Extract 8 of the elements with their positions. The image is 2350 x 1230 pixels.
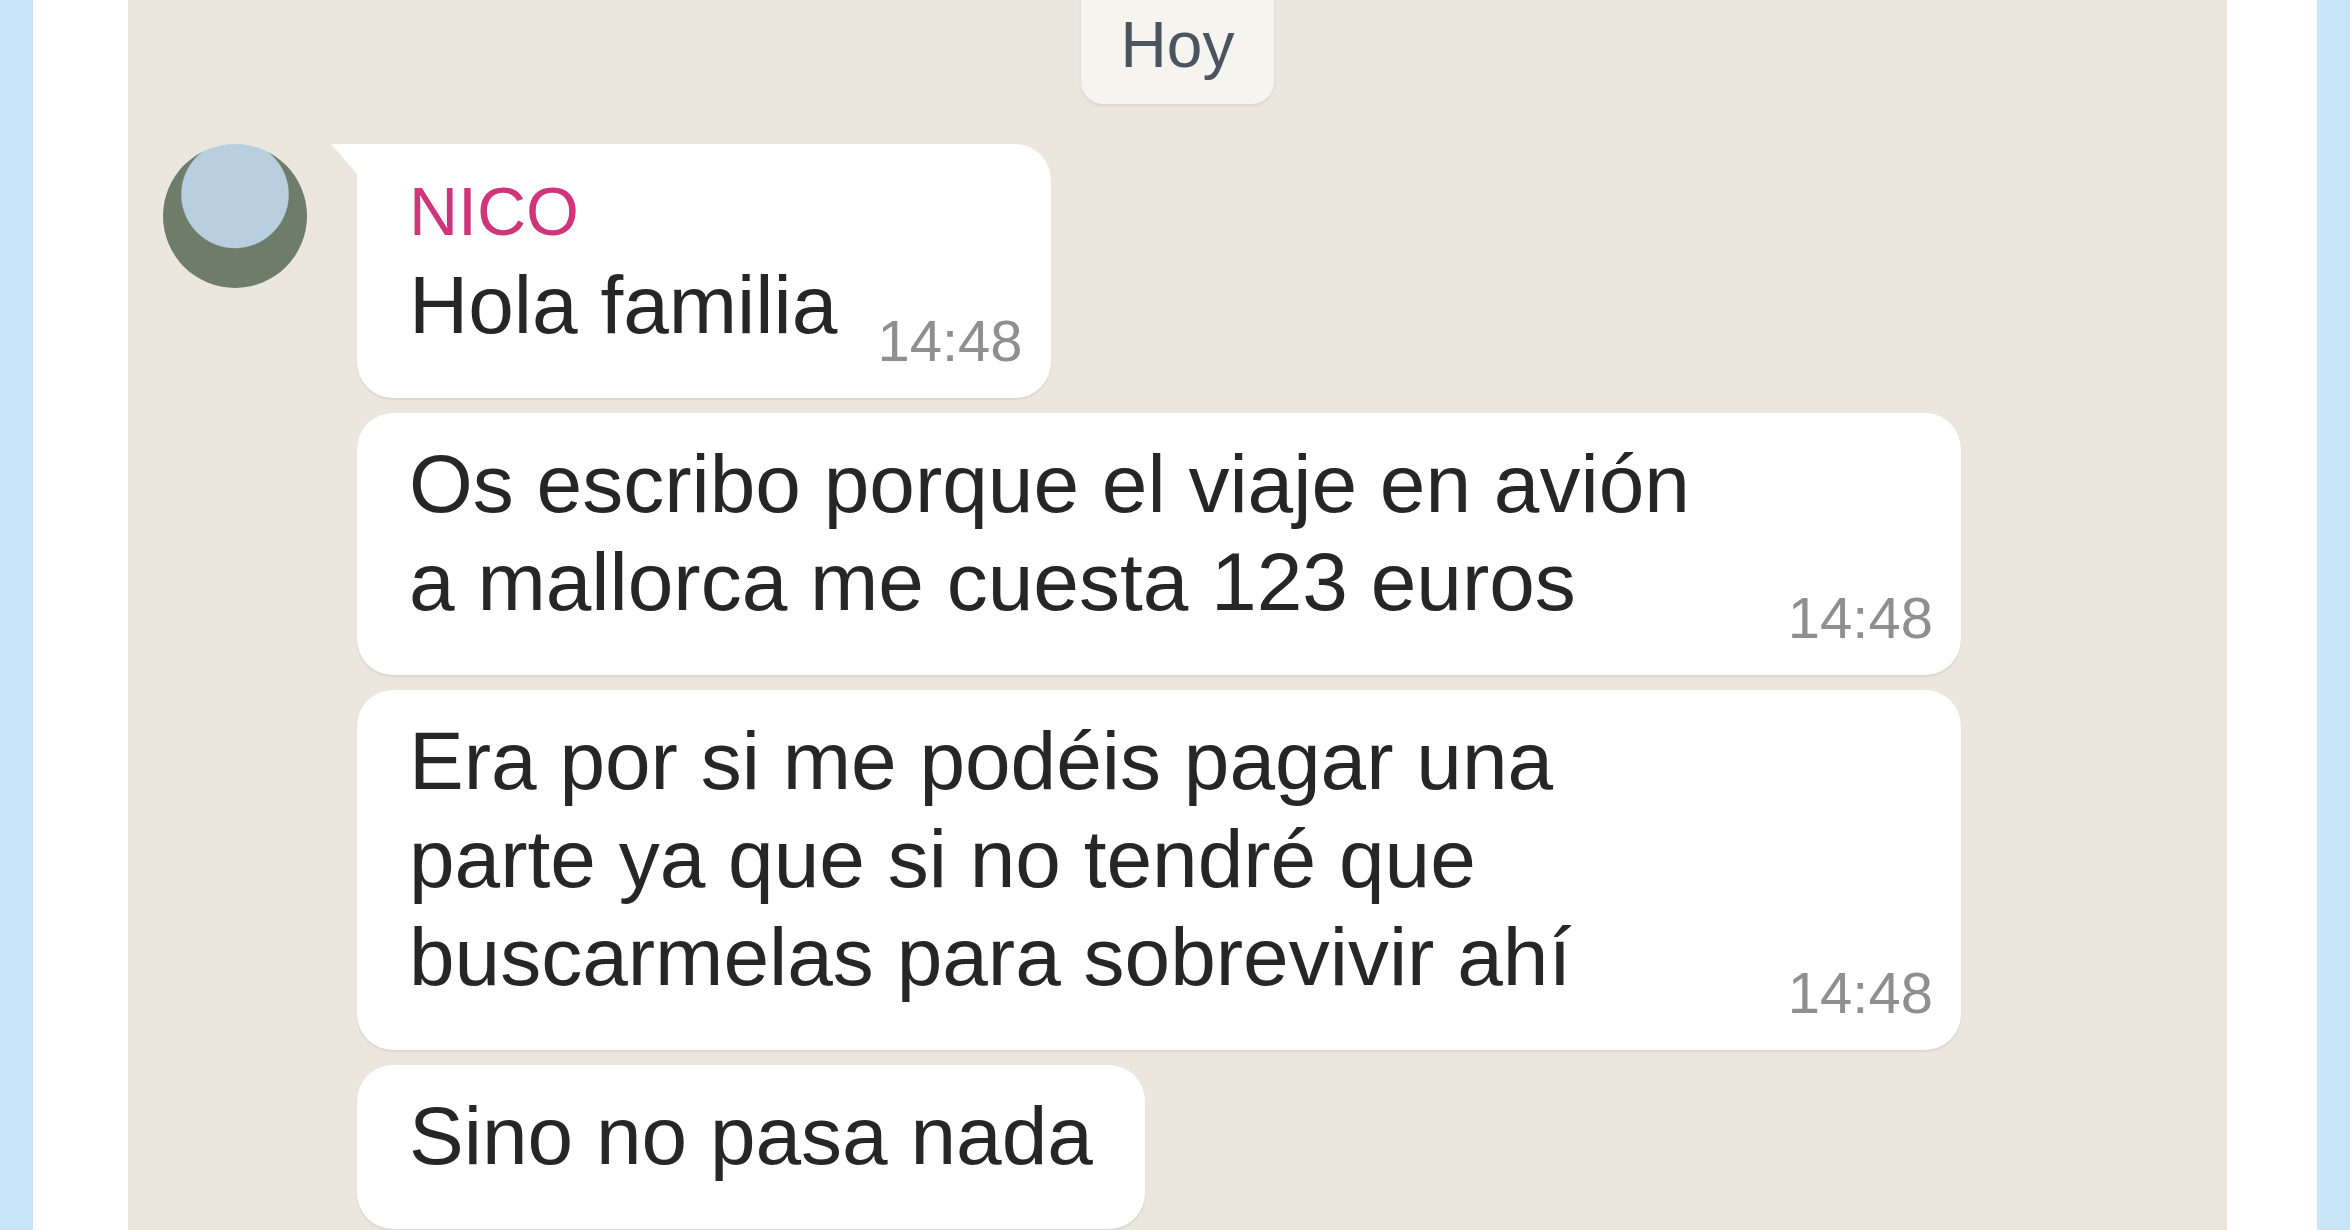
message-text: Hola familia (409, 258, 838, 352)
message-time: 14:48 (1787, 584, 1933, 652)
message-time: 14:48 (1787, 959, 1933, 1027)
message-text: Era por si me podéis pagar una parte ya que si no tendré que buscarmelas para sobrevivir ahí (409, 714, 1573, 1004)
message-time: 14:48 (877, 307, 1023, 375)
message-text: Sino no pasa nada (409, 1089, 1093, 1183)
sender-name: NICO (409, 172, 580, 251)
message-text: Os escribo porque el viaje en avión a mallorca me cuesta 123 euros (409, 437, 1691, 629)
